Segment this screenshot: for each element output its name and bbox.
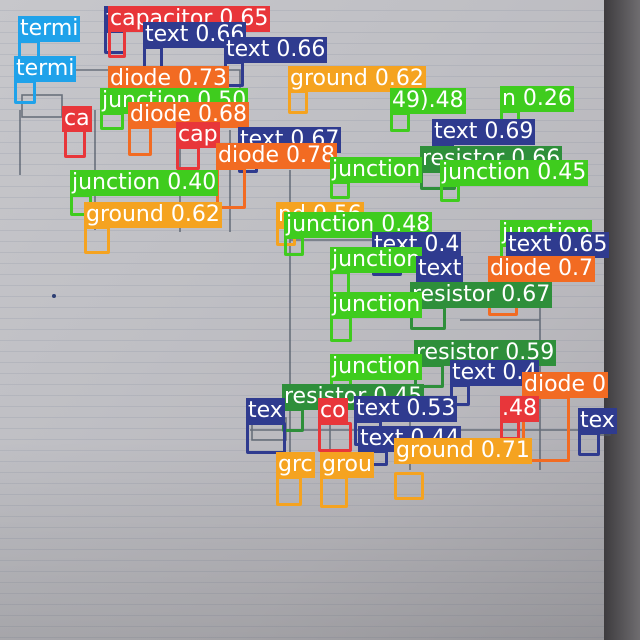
junction-detection-label: junction 0.40: [70, 170, 219, 196]
diode-detection-label: diode 0.78: [216, 143, 338, 169]
capacitor-detection-box: [108, 28, 126, 58]
capacitor-detection-label: ca: [62, 106, 92, 132]
ground-detection-box: [276, 476, 302, 506]
resistor-detection-label: resistor 0.67: [410, 282, 553, 308]
text-detection-box: [246, 422, 286, 454]
text-detection-label: text 0.66: [224, 37, 328, 63]
junction-detection-label: junction 0.45: [440, 160, 589, 186]
terminal-detection-label: termi: [18, 16, 81, 42]
text-detection-label: text 0.53: [354, 396, 458, 422]
ground-detection-label: grc: [276, 452, 315, 478]
device-bezel: [604, 0, 640, 640]
text-detection-label: text 0.65: [506, 232, 610, 258]
diode-detection-label: diode 0.7: [488, 256, 596, 282]
junction-detection-box: [284, 236, 304, 256]
capacitor-detection-label: .48: [500, 396, 539, 422]
ground-detection-label: ground 0.71: [394, 438, 532, 464]
capacitor-detection-box: [64, 128, 86, 158]
ground-detection-box: [320, 476, 348, 508]
junction-detection-box: [330, 181, 350, 199]
junction-detection-label: n 0.26: [500, 86, 574, 112]
junction-detection-label: junction: [330, 157, 423, 183]
ground-detection-box: [84, 226, 110, 254]
junction-detection-label: junction: [330, 247, 423, 273]
text-detection-box: [578, 432, 600, 456]
terminal-detection-box: [14, 80, 36, 104]
ground-detection-box: [288, 90, 308, 114]
junction-detection-box: [440, 184, 460, 202]
junction-detection-label: junction: [330, 292, 423, 318]
terminal-detection-label: termi: [14, 56, 77, 82]
text-detection-label: text 0.69: [432, 119, 536, 145]
junction-detection-box: [390, 112, 410, 132]
junction-detection-box: [330, 316, 352, 342]
junction-detection-box: [100, 112, 124, 130]
capacitor-detection-label: cap: [176, 122, 220, 148]
diode-detection-label: diode 0: [522, 372, 609, 398]
ground-detection-label: grou: [320, 452, 374, 478]
diode-detection-box: [128, 126, 152, 156]
capacitor-detection-box: [500, 420, 520, 440]
text-detection-label: tex: [246, 398, 285, 424]
text-detection-label: text: [416, 256, 464, 282]
text-detection-label: tex: [578, 408, 617, 434]
ground-detection-label: ground 0.62: [84, 202, 222, 228]
capacitor-detection-box: [176, 146, 200, 170]
ground-detection-box: [394, 472, 424, 500]
junction-detection-label: 49).48: [390, 88, 466, 114]
capacitor-detection-label: co: [318, 398, 348, 424]
junction-detection-label: junction: [330, 354, 423, 380]
capacitor-detection-box: [318, 422, 352, 452]
